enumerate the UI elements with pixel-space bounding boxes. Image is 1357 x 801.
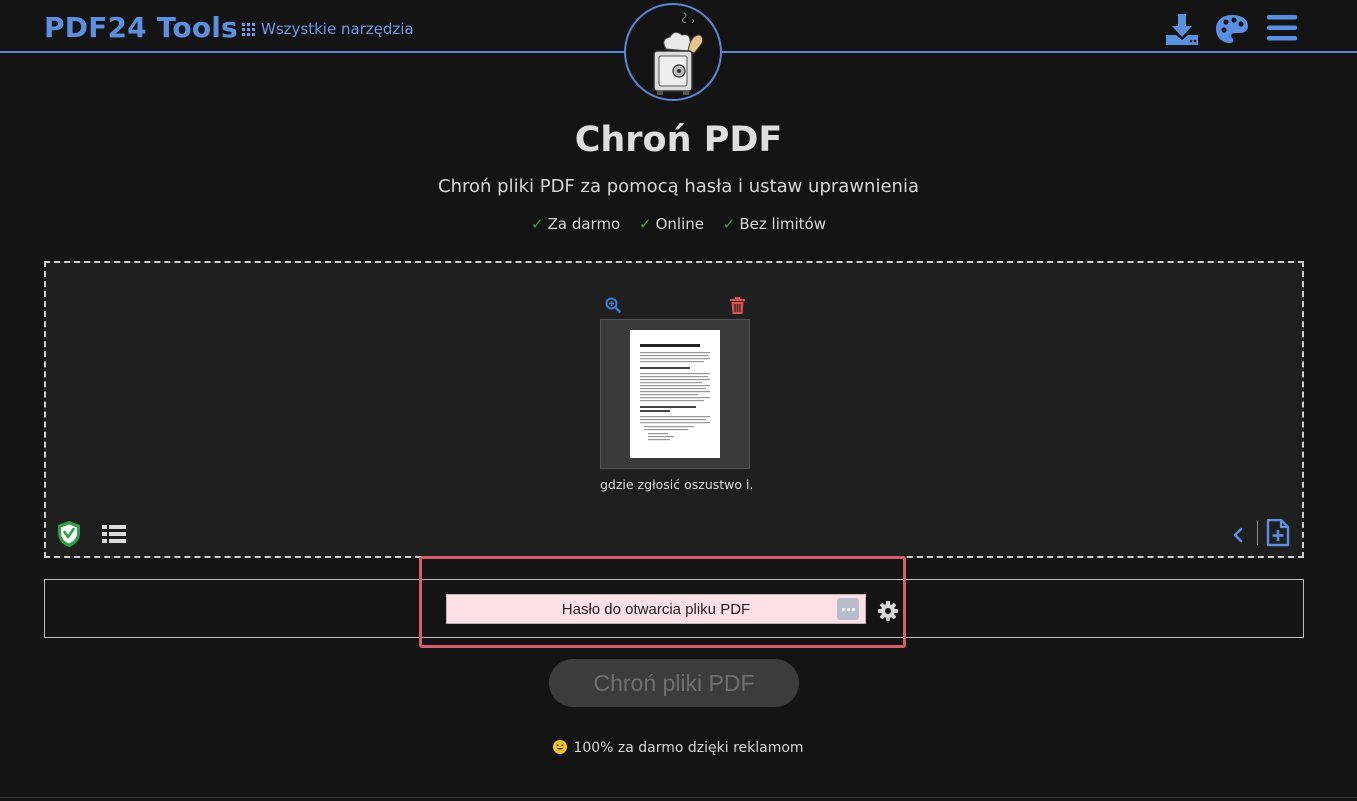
trash-icon[interactable] [730, 297, 745, 318]
protect-pdf-button[interactable]: Chroń pliki PDF [549, 659, 799, 707]
grid-icon [242, 22, 255, 36]
add-file-icon[interactable] [1266, 518, 1290, 551]
password-field[interactable] [446, 594, 866, 624]
toolbar-divider [1257, 521, 1258, 545]
feature-item: ✓ Online [639, 215, 704, 233]
all-tools-label: Wszystkie narzędzia [261, 20, 414, 38]
password-manager-icon[interactable] [837, 598, 859, 620]
gear-icon[interactable] [878, 601, 898, 625]
feature-item: ✓ Za darmo [531, 215, 621, 233]
feature-list: ✓ Za darmo ✓ Online ✓ Bez limitów [0, 215, 1357, 233]
download-icon[interactable] [1165, 12, 1199, 50]
feature-item: ✓ Bez limitów [722, 215, 826, 233]
document-page-preview [630, 330, 720, 458]
list-view-icon[interactable] [102, 525, 126, 547]
file-name: gdzie zgłosić oszustwo i... [600, 477, 752, 492]
ads-note-text: 100% za darmo dzięki reklamom [573, 740, 804, 756]
palette-icon[interactable] [1215, 14, 1249, 48]
zoom-in-icon[interactable] [605, 297, 621, 317]
all-tools-link[interactable]: Wszystkie narzędzia [242, 20, 414, 38]
logo[interactable]: PDF24 Tools [44, 11, 238, 44]
page-title: Chroń PDF [574, 120, 783, 160]
file-actions [600, 293, 752, 319]
check-icon: ✓ [639, 215, 652, 233]
footer-divider [0, 797, 1357, 798]
password-input[interactable] [447, 595, 865, 623]
page-subtitle: Chroń pliki PDF za pomocą hasła i ustaw … [438, 176, 919, 197]
smiley-icon [553, 740, 568, 754]
ads-note: 100% za darmo dzięki reklamom [0, 740, 1357, 756]
file-thumbnail[interactable] [600, 319, 750, 469]
menu-icon[interactable] [1267, 15, 1297, 45]
shield-check-icon[interactable] [57, 520, 81, 552]
chevron-left-icon[interactable] [1233, 527, 1243, 547]
file-dropzone[interactable]: gdzie zgłosić oszustwo i... [44, 261, 1304, 558]
page: PDF24 Tools Wszystkie narzędzia Chroń PD… [0, 0, 1357, 801]
tool-mascot-image [624, 3, 722, 101]
check-icon: ✓ [722, 215, 736, 233]
file-card[interactable]: gdzie zgłosić oszustwo i... [600, 293, 752, 492]
check-icon: ✓ [531, 215, 544, 233]
